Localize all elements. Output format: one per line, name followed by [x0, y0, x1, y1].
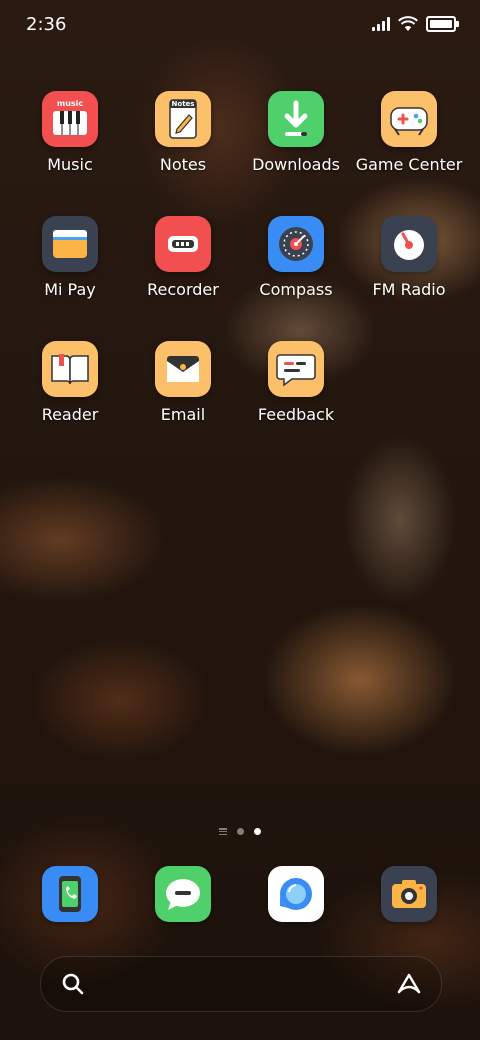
app-label: Downloads [252, 155, 340, 174]
wallet-icon [42, 216, 98, 272]
assistant-icon[interactable] [395, 972, 423, 996]
wifi-icon [398, 16, 418, 31]
status-icons [372, 16, 459, 32]
radio-icon [381, 216, 437, 272]
app-label: Feedback [257, 405, 335, 424]
app-label: FM Radio [372, 280, 446, 299]
app-label: Email [160, 405, 206, 424]
feedback-icon [268, 341, 324, 397]
compass-icon [268, 216, 324, 272]
recorder-icon [155, 216, 211, 272]
feed-page-indicator[interactable] [219, 828, 227, 835]
status-bar: 2:36 [0, 0, 480, 52]
page-indicator[interactable] [0, 828, 480, 835]
dock-camera[interactable] [353, 866, 465, 922]
dock-messages[interactable] [127, 866, 239, 922]
app-label: Reader [41, 405, 99, 424]
app-compass[interactable]: Compass [240, 216, 352, 299]
app-fm-radio[interactable]: FM Radio [353, 216, 465, 299]
camera-icon [381, 866, 437, 922]
mail-icon [155, 341, 211, 397]
app-downloads[interactable]: Downloads [240, 91, 352, 174]
app-email[interactable]: Email [127, 341, 239, 424]
app-label: Notes [159, 155, 207, 174]
app-reader[interactable]: Reader [14, 341, 126, 424]
search-icon[interactable] [61, 972, 85, 996]
notes-app-icon: Notes [155, 91, 211, 147]
notes-icon-text: Notes [171, 100, 195, 108]
dock-phone[interactable] [14, 866, 126, 922]
app-label: Recorder [147, 280, 219, 299]
phone-icon [42, 866, 98, 922]
app-label: Game Center [355, 155, 463, 174]
browser-icon [268, 866, 324, 922]
status-time: 2:36 [26, 14, 67, 35]
gamepad-icon [381, 91, 437, 147]
page-dot[interactable] [237, 828, 244, 835]
app-feedback[interactable]: Feedback [240, 341, 352, 424]
music-app-icon: music [42, 91, 98, 147]
signal-icon [372, 17, 390, 31]
app-recorder[interactable]: Recorder [127, 216, 239, 299]
app-label: Music [47, 155, 93, 174]
app-music[interactable]: music Music [14, 91, 126, 174]
download-icon [268, 91, 324, 147]
battery-icon [426, 16, 459, 32]
message-icon [155, 866, 211, 922]
book-icon [42, 341, 98, 397]
search-bar[interactable] [40, 956, 442, 1012]
app-notes[interactable]: Notes Notes [127, 91, 239, 174]
app-label: Compass [259, 280, 333, 299]
app-mi-pay[interactable]: Mi Pay [14, 216, 126, 299]
dock-browser[interactable] [240, 866, 352, 922]
app-label: Mi Pay [44, 280, 96, 299]
page-dot-active[interactable] [254, 828, 261, 835]
app-game-center[interactable]: Game Center [353, 91, 465, 174]
